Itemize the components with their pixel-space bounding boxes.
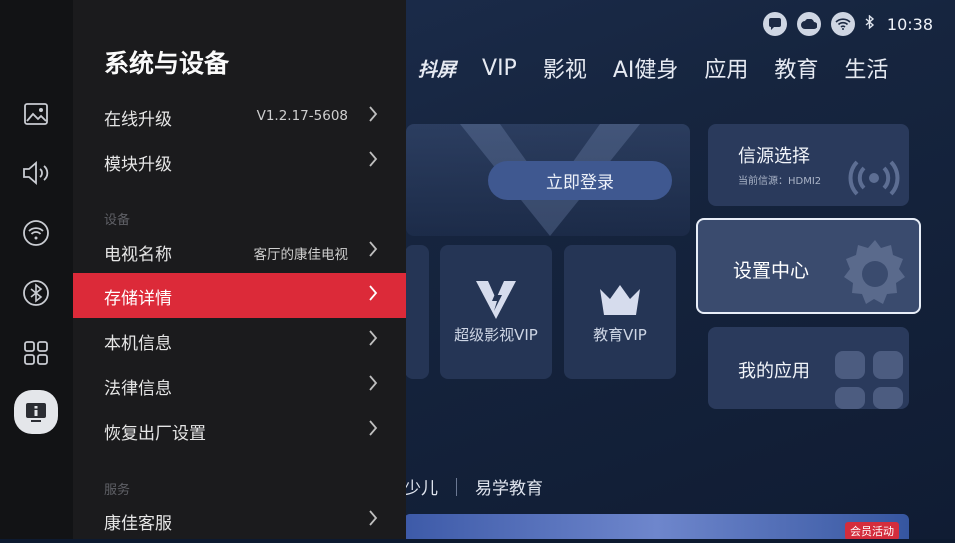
system-info-icon[interactable] — [14, 390, 58, 434]
picture-icon[interactable] — [18, 96, 54, 132]
panel-title: 系统与设备 — [104, 49, 230, 78]
tab-life[interactable]: 生活 — [844, 52, 888, 84]
chevron-right-icon — [368, 105, 378, 127]
tab-apps[interactable]: 应用 — [704, 52, 748, 84]
my-apps-card[interactable]: 我的应用 — [708, 327, 909, 409]
section-header-service: 服务 — [104, 483, 131, 498]
sound-icon[interactable] — [18, 155, 54, 191]
menu-item-label: 康佳客服 — [104, 514, 172, 534]
message-icon — [762, 12, 787, 36]
partial-card[interactable] — [405, 245, 429, 379]
source-select-title: 信源选择 — [738, 146, 810, 167]
menu-item-label: 法律信息 — [104, 379, 172, 399]
menu-item-label: 电视名称 — [104, 245, 172, 265]
menu-item-module-upgrade[interactable]: 模块升级 — [73, 139, 406, 184]
chevron-right-icon — [368, 329, 378, 351]
gear-icon — [844, 240, 905, 304]
status-bar: 10:38 — [762, 12, 933, 36]
top-navigation: 抖屏 VIP 影视 AI健身 应用 教育 生活 — [418, 52, 888, 84]
promo-banner[interactable]: 会员活动 — [404, 514, 909, 539]
tab-ai-fitness[interactable]: AI健身 — [613, 52, 679, 84]
menu-item-customer-service[interactable]: 康佳客服 — [73, 498, 406, 543]
chevron-right-icon — [368, 509, 378, 531]
menu-item-online-upgrade[interactable]: 在线升级 V1.2.17-5608 — [73, 94, 406, 139]
signal-source-icon — [848, 160, 900, 196]
bluetooth-icon[interactable] — [18, 275, 54, 311]
menu-item-label: 存储详情 — [104, 289, 172, 309]
wifi-icon — [830, 12, 855, 36]
apps-icon[interactable] — [18, 335, 54, 371]
education-vip-label: 教育VIP — [593, 326, 647, 344]
menu-item-factory-reset[interactable]: 恢复出厂设置 — [73, 408, 406, 453]
tab-divider — [456, 477, 457, 496]
chevron-right-icon — [368, 240, 378, 262]
bluetooth-icon — [865, 14, 875, 33]
tab-kids[interactable]: 少儿 — [404, 474, 438, 499]
menu-item-legal-info[interactable]: 法律信息 — [73, 363, 406, 408]
network-icon[interactable] — [18, 215, 54, 251]
clock: 10:38 — [886, 14, 933, 34]
menu-item-tv-name[interactable]: 电视名称 客厅的康佳电视 — [73, 229, 406, 274]
education-vip-card[interactable]: 教育VIP — [564, 245, 676, 379]
super-vip-logo-icon — [476, 281, 516, 319]
menu-item-storage-details[interactable]: 存储详情 — [73, 273, 406, 318]
super-vip-card[interactable]: 超级影视VIP — [440, 245, 552, 379]
tv-name-value: 客厅的康佳电视 — [253, 247, 349, 263]
system-device-panel: 系统与设备 在线升级 V1.2.17-5608 模块升级 设备 电视名称 客厅的… — [73, 0, 406, 539]
menu-item-label: 模块升级 — [104, 155, 172, 175]
tab-movies[interactable]: 影视 — [543, 52, 587, 84]
apps-grid-icon — [835, 351, 903, 409]
settings-center-title: 设置中心 — [733, 260, 810, 282]
current-source-label: 当前信源：HDMI2 — [738, 176, 822, 187]
crown-icon — [600, 285, 640, 315]
tab-vip[interactable]: VIP — [482, 56, 517, 81]
settings-category-rail — [0, 0, 73, 539]
tab-easy-learning[interactable]: 易学教育 — [475, 474, 543, 499]
chevron-right-icon — [368, 284, 378, 306]
tab-douping[interactable]: 抖屏 — [418, 55, 456, 82]
settings-center-card[interactable]: 设置中心 — [696, 218, 921, 314]
menu-item-label: 本机信息 — [104, 334, 172, 354]
chevron-right-icon — [368, 374, 378, 396]
chevron-right-icon — [368, 419, 378, 441]
login-button[interactable]: 立即登录 — [488, 161, 672, 200]
source-select-card[interactable]: 信源选择 当前信源：HDMI2 — [708, 124, 909, 206]
menu-item-label: 恢复出厂设置 — [104, 424, 206, 444]
bottom-category-tabs: 少儿 易学教育 — [404, 474, 543, 499]
menu-item-label: 在线升级 — [104, 110, 172, 130]
tab-education[interactable]: 教育 — [774, 52, 818, 84]
cloud-icon — [796, 12, 821, 36]
chevron-right-icon — [368, 150, 378, 172]
firmware-version: V1.2.17-5608 — [256, 108, 348, 124]
my-apps-title: 我的应用 — [738, 361, 810, 382]
super-vip-label: 超级影视VIP — [454, 326, 538, 344]
member-activity-badge: 会员活动 — [845, 522, 899, 539]
section-header-device: 设备 — [104, 213, 131, 228]
menu-item-device-info[interactable]: 本机信息 — [73, 318, 406, 363]
